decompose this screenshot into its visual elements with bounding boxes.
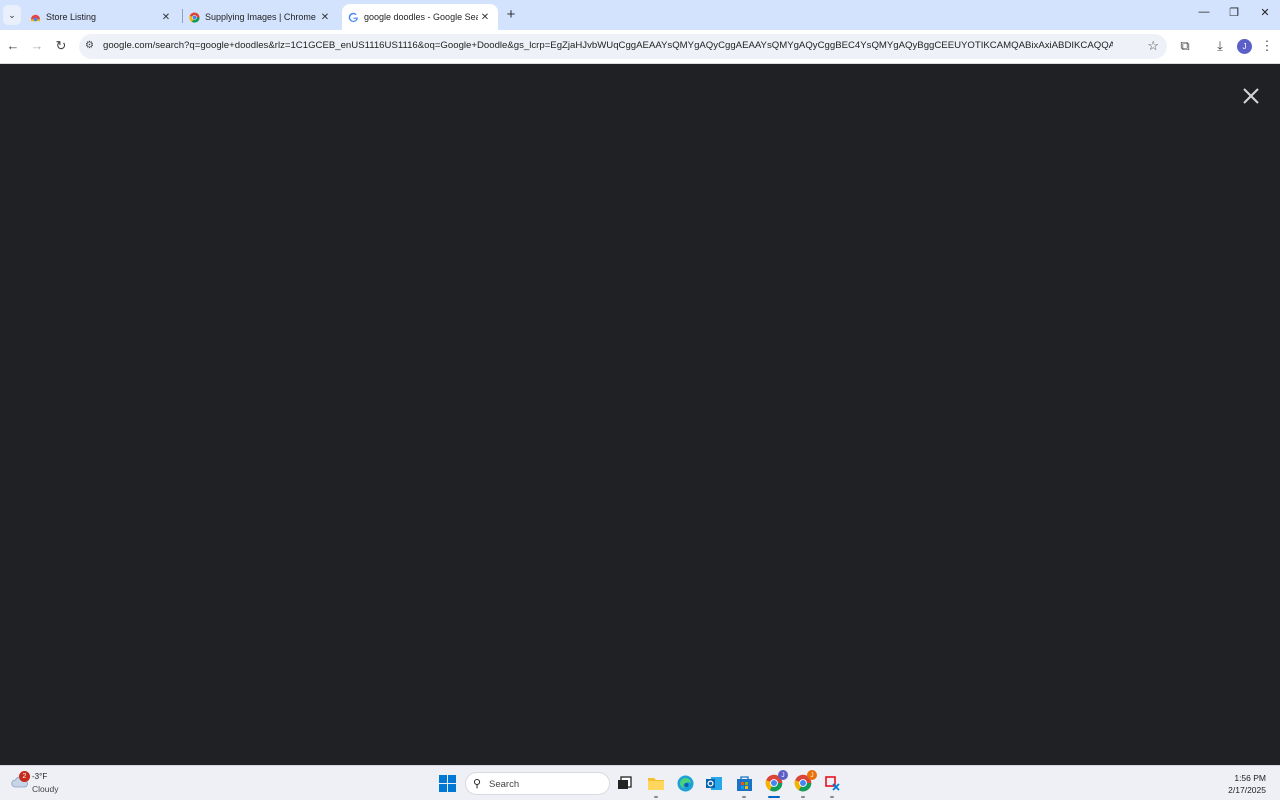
close-icon[interactable] (1240, 85, 1262, 107)
clock-time: 1:56 PM (1234, 773, 1266, 783)
bookmark-star-icon[interactable]: ☆ (1147, 38, 1159, 54)
tab-close-icon[interactable]: ✕ (318, 12, 332, 23)
tab-close-icon[interactable]: ✕ (478, 12, 492, 23)
tab-title: Supplying Images | Chrome Ext (205, 12, 318, 22)
running-indicator (654, 796, 658, 798)
weather-badge: 2 (19, 771, 30, 782)
running-indicator-active (768, 796, 780, 798)
reload-icon: ↻ (55, 38, 67, 53)
system-clock[interactable]: 1:56 PM 2/17/2025 (1228, 772, 1266, 796)
running-indicator (801, 796, 805, 798)
browser-toolbar: ← → ↻ ⚙ google.com/search?q=google+doodl… (0, 30, 1280, 64)
task-view-button[interactable] (615, 773, 635, 793)
start-button[interactable] (437, 773, 457, 793)
back-button[interactable]: ← (4, 38, 22, 53)
chrome-profile-2-button[interactable]: J (793, 770, 817, 798)
chrome-icon (189, 11, 200, 23)
tab-supplying-images[interactable]: Supplying Images | Chrome Ext ✕ (183, 4, 338, 30)
weather-temp: -3°F (32, 772, 48, 781)
profile-avatar[interactable]: J (1237, 39, 1252, 54)
profile-badge: J (778, 770, 788, 780)
address-bar[interactable]: ⚙ google.com/search?q=google+doodles&rlz… (79, 34, 1167, 59)
minimize-button[interactable]: — (1194, 6, 1214, 18)
tab-title: Store Listing (46, 12, 97, 22)
reload-button[interactable]: ↻ (52, 38, 70, 54)
window-close-button[interactable]: ✕ (1255, 6, 1275, 19)
forward-button[interactable]: → (28, 38, 46, 53)
file-explorer-button[interactable] (646, 773, 666, 798)
microsoft-store-icon (736, 775, 752, 791)
profile-badge: J (807, 770, 817, 780)
chrome-profile-1-button[interactable]: J (764, 770, 788, 798)
menu-kebab-icon[interactable]: ⋮ (1258, 38, 1276, 54)
google-g-icon (348, 12, 358, 22)
chrome-web-store-icon (30, 14, 41, 21)
tab-google-doodles[interactable]: google doodles - Google Search ✕ (342, 4, 498, 30)
new-tab-button[interactable]: + (503, 6, 519, 23)
outlook-icon (706, 776, 722, 790)
tab-store-listing[interactable]: Store Listing ✕ (24, 4, 179, 30)
restore-button[interactable]: ❐ (1224, 6, 1244, 19)
weather-condition: Cloudy (32, 784, 59, 794)
outlook-button[interactable] (704, 773, 724, 793)
task-view-icon (618, 776, 632, 789)
snipping-tool-icon (824, 775, 840, 791)
edge-icon (677, 775, 693, 791)
arrow-right-icon: → (30, 38, 44, 53)
search-icon: ⚲ (473, 778, 482, 790)
chevron-down-icon: ⌄ (8, 9, 16, 20)
arrow-left-icon: ← (6, 38, 20, 53)
download-icon[interactable]: ⤓ (1211, 38, 1229, 54)
tab-search-button[interactable]: ⌄ (3, 5, 21, 25)
extensions-puzzle-icon[interactable]: ⧉ (1176, 38, 1194, 54)
snipping-tool-button[interactable] (822, 773, 842, 798)
tab-strip: ⌄ Store Listing ✕ Supplying Images | Chr… (0, 0, 1280, 30)
store-button[interactable] (734, 773, 754, 798)
taskbar-search-label: Search (489, 779, 520, 790)
edge-button[interactable] (675, 773, 695, 793)
clock-date: 2/17/2025 (1228, 785, 1266, 795)
folder-icon (648, 777, 664, 790)
taskbar-search[interactable]: ⚲ Search (465, 772, 610, 795)
site-settings-icon[interactable]: ⚙ (85, 40, 94, 51)
windows-taskbar: 2 -3°F Cloudy ⚲ Search J J 1:56 PM 2/17/… (0, 765, 1280, 800)
image-viewer-overlay (0, 65, 1280, 765)
url-text[interactable]: google.com/search?q=google+doodles&rlz=1… (103, 40, 1113, 51)
tab-title: google doodles - Google Search (364, 12, 478, 22)
windows-logo-icon (438, 774, 456, 792)
running-indicator (742, 796, 746, 798)
tab-close-icon[interactable]: ✕ (159, 12, 173, 23)
running-indicator (830, 796, 834, 798)
